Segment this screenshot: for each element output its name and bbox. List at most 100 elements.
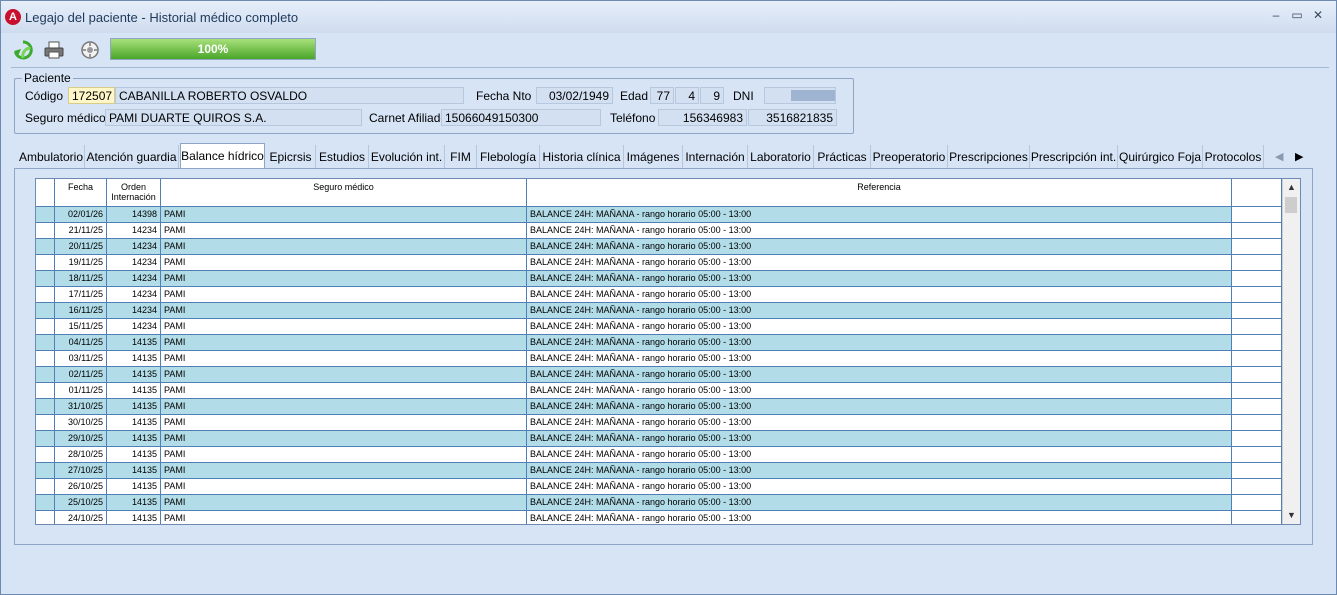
vertical-scrollbar[interactable]: ▲ ▼: [1282, 179, 1300, 524]
balance-grid[interactable]: Fecha Orden Internación Seguro médico Re…: [35, 178, 1301, 525]
scroll-up-icon[interactable]: ▲: [1283, 179, 1300, 196]
cell-empty: [36, 351, 55, 366]
cell-referencia: BALANCE 24H: MAÑANA - rango horario 05:0…: [527, 367, 1232, 382]
cell-seguro: PAMI: [161, 415, 527, 430]
dni-field[interactable]: [764, 87, 836, 104]
header-orden[interactable]: Orden Internación: [107, 179, 161, 206]
cell-referencia: BALANCE 24H: MAÑANA - rango horario 05:0…: [527, 207, 1232, 222]
cell-referencia: BALANCE 24H: MAÑANA - rango horario 05:0…: [527, 271, 1232, 286]
cell-referencia: BALANCE 24H: MAÑANA - rango horario 05:0…: [527, 303, 1232, 318]
printer-icon[interactable]: [43, 39, 65, 61]
table-row[interactable]: 01/11/25 14135 PAMI BALANCE 24H: MAÑANA - r…: [36, 383, 1282, 399]
tab-prescripcion-int[interactable]: Prescripción int.: [1030, 145, 1118, 169]
cell-seguro: PAMI: [161, 239, 527, 254]
cell-seguro: PAMI: [161, 207, 527, 222]
gear-icon[interactable]: [79, 39, 101, 61]
minimize-button[interactable]: ‒: [1265, 6, 1287, 24]
refresh-icon[interactable]: [12, 39, 34, 61]
cell-empty: [36, 207, 55, 222]
table-row[interactable]: 02/11/25 14135 PAMI BALANCE 24H: MAÑANA - r…: [36, 367, 1282, 383]
tab-laboratorio[interactable]: Laboratorio: [748, 145, 814, 169]
edad-dias-field[interactable]: 9: [700, 87, 724, 104]
scroll-down-icon[interactable]: ▼: [1283, 507, 1300, 524]
cell-orden: 14135: [107, 367, 161, 382]
table-row[interactable]: 31/10/25 14135 PAMI BALANCE 24H: MAÑANA - r…: [36, 399, 1282, 415]
header-fecha[interactable]: Fecha: [55, 179, 107, 206]
cell-fecha: 16/11/25: [55, 303, 107, 318]
toolbar-divider: [11, 67, 1329, 68]
cell-orden: 14135: [107, 447, 161, 462]
tab-internacion[interactable]: Internación: [683, 145, 748, 169]
cell-orden: 14234: [107, 287, 161, 302]
cell-empty: [36, 303, 55, 318]
cell-referencia: BALANCE 24H: MAÑANA - rango horario 05:0…: [527, 239, 1232, 254]
patient-name-field[interactable]: CABANILLA ROBERTO OSVALDO: [115, 87, 464, 104]
cell-orden: 14135: [107, 383, 161, 398]
table-row[interactable]: 21/11/25 14234 PAMI BALANCE 24H: MAÑANA - r…: [36, 223, 1282, 239]
seguro-label: Seguro médico: [25, 111, 106, 125]
table-row[interactable]: 25/10/25 14135 PAMI BALANCE 24H: MAÑANA - r…: [36, 495, 1282, 511]
cell-empty: [36, 287, 55, 302]
cell-fecha: 01/11/25: [55, 383, 107, 398]
tab-scroll-right-icon[interactable]: ▶: [1295, 150, 1303, 163]
table-row[interactable]: 20/11/25 14234 PAMI BALANCE 24H: MAÑANA - r…: [36, 239, 1282, 255]
tab-evolucion-int[interactable]: Evolución int.: [369, 145, 445, 169]
cell-fecha: 28/10/25: [55, 447, 107, 462]
maximize-button[interactable]: ▭: [1286, 6, 1308, 24]
table-row[interactable]: 02/01/26 14398 PAMI BALANCE 24H: MAÑANA - r…: [36, 207, 1282, 223]
table-row[interactable]: 29/10/25 14135 PAMI BALANCE 24H: MAÑANA - r…: [36, 431, 1282, 447]
edad-anios-field[interactable]: 77: [650, 87, 674, 104]
table-row[interactable]: 03/11/25 14135 PAMI BALANCE 24H: MAÑANA - r…: [36, 351, 1282, 367]
table-row[interactable]: 26/10/25 14135 PAMI BALANCE 24H: MAÑANA - r…: [36, 479, 1282, 495]
table-row[interactable]: 17/11/25 14234 PAMI BALANCE 24H: MAÑANA - r…: [36, 287, 1282, 303]
fecha-nto-field[interactable]: 03/02/1949: [536, 87, 613, 104]
tab-epicrsis[interactable]: Epicrsis: [266, 145, 316, 169]
table-row[interactable]: 30/10/25 14135 PAMI BALANCE 24H: MAÑANA - r…: [36, 415, 1282, 431]
tab-flebologia[interactable]: Flebología: [477, 145, 540, 169]
table-row[interactable]: 28/10/25 14135 PAMI BALANCE 24H: MAÑANA - r…: [36, 447, 1282, 463]
app-logo-icon: A: [5, 9, 21, 25]
cell-empty: [1232, 511, 1282, 524]
tab-balance-hidrico[interactable]: Balance hídrico: [180, 143, 265, 170]
cell-referencia: BALANCE 24H: MAÑANA - rango horario 05:0…: [527, 415, 1232, 430]
tab-fim[interactable]: FIM: [445, 145, 477, 169]
codigo-label: Código: [25, 89, 64, 103]
tab-protocolos[interactable]: Protocolos: [1203, 145, 1264, 169]
cell-empty: [1232, 319, 1282, 334]
seguro-field[interactable]: PAMI DUARTE QUIROS S.A.: [105, 109, 362, 126]
tab-ambulatorio[interactable]: Ambulatorio: [18, 145, 85, 169]
tab-practicas[interactable]: Prácticas: [814, 145, 871, 169]
scroll-thumb[interactable]: [1285, 197, 1297, 213]
table-row[interactable]: 18/11/25 14234 PAMI BALANCE 24H: MAÑANA - r…: [36, 271, 1282, 287]
header-seguro[interactable]: Seguro médico: [161, 179, 527, 206]
tab-preoperatorio[interactable]: Preoperatorio: [871, 145, 948, 169]
cell-fecha: 02/11/25: [55, 367, 107, 382]
header-referencia[interactable]: Referencia: [527, 179, 1232, 206]
tab-estudios[interactable]: Estudios: [316, 145, 369, 169]
table-row[interactable]: 27/10/25 14135 PAMI BALANCE 24H: MAÑANA - r…: [36, 463, 1282, 479]
tab-scroll-left-icon[interactable]: ◀: [1275, 150, 1283, 163]
cell-orden: 14135: [107, 479, 161, 494]
edad-meses-field[interactable]: 4: [675, 87, 699, 104]
telefono2-field[interactable]: 3516821835: [748, 109, 837, 126]
table-row[interactable]: 16/11/25 14234 PAMI BALANCE 24H: MAÑANA - r…: [36, 303, 1282, 319]
cell-fecha: 24/10/25: [55, 511, 107, 524]
tab-quirurgico-foja[interactable]: Quirúrgico Foja: [1118, 145, 1203, 169]
telefono1-field[interactable]: 156346983: [658, 109, 747, 126]
close-button[interactable]: ✕: [1307, 6, 1329, 24]
table-row[interactable]: 24/10/25 14135 PAMI BALANCE 24H: MAÑANA - r…: [36, 511, 1282, 524]
cell-referencia: BALANCE 24H: MAÑANA - rango horario 05:0…: [527, 335, 1232, 350]
table-row[interactable]: 15/11/25 14234 PAMI BALANCE 24H: MAÑANA - r…: [36, 319, 1282, 335]
table-row[interactable]: 04/11/25 14135 PAMI BALANCE 24H: MAÑANA - r…: [36, 335, 1282, 351]
tab-historia-clinica[interactable]: Historia clínica: [540, 145, 624, 169]
codigo-field[interactable]: 172507: [68, 87, 115, 104]
tab-strip: Ambulatorio Atención guardia Balance híd…: [14, 143, 1312, 170]
carnet-field[interactable]: 15066049150300: [441, 109, 601, 126]
cell-referencia: BALANCE 24H: MAÑANA - rango horario 05:0…: [527, 479, 1232, 494]
tab-atencion-guardia[interactable]: Atención guardia: [85, 145, 179, 169]
cell-seguro: PAMI: [161, 287, 527, 302]
tab-prescripciones[interactable]: Prescripciones: [948, 145, 1030, 169]
table-row[interactable]: 19/11/25 14234 PAMI BALANCE 24H: MAÑANA - r…: [36, 255, 1282, 271]
cell-seguro: PAMI: [161, 223, 527, 238]
tab-imagenes[interactable]: Imágenes: [624, 145, 683, 169]
